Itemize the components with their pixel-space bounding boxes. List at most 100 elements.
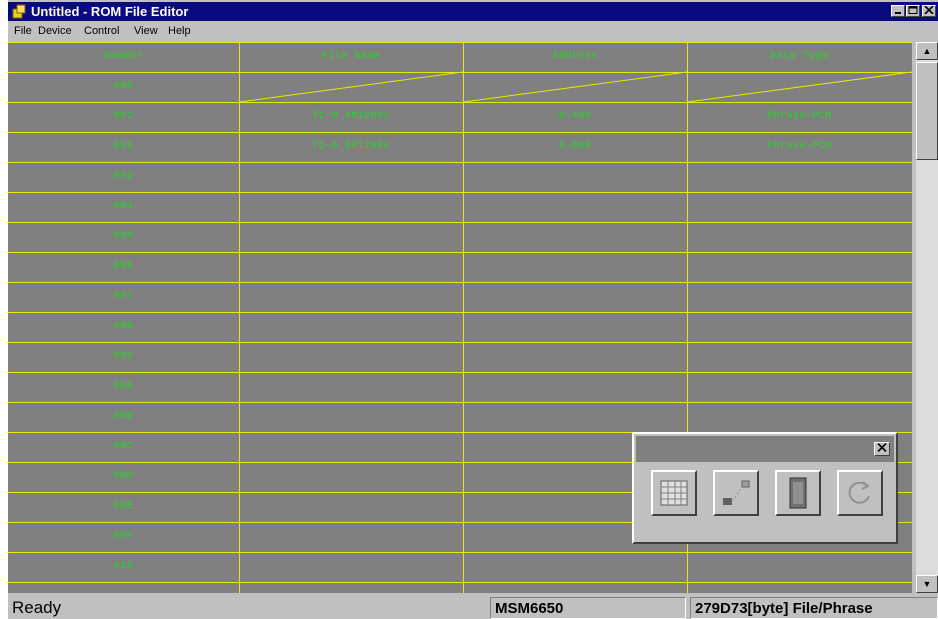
close-icon — [877, 442, 887, 453]
grid-row-line — [8, 582, 912, 583]
cell-data-type[interactable] — [687, 163, 912, 190]
cell-data-type[interactable] — [687, 403, 912, 430]
device-button[interactable] — [775, 470, 821, 516]
cell-file-name[interactable] — [239, 283, 463, 310]
cell-file-name[interactable] — [239, 193, 463, 220]
cell-data-type[interactable] — [687, 373, 912, 400]
cell-address[interactable] — [463, 373, 687, 400]
cell-data-type[interactable]: Phrase-PCM — [687, 133, 912, 160]
menu-help[interactable]: Help — [168, 22, 191, 40]
cell-file-name[interactable] — [239, 553, 463, 580]
close-button[interactable] — [922, 5, 936, 17]
menu-control[interactable]: Control — [84, 22, 119, 40]
cell-file-name[interactable] — [239, 523, 463, 550]
cell-address[interactable] — [463, 283, 687, 310]
cell-number[interactable]: 003 — [8, 163, 239, 190]
table-row[interactable]: 002 T1-0_501200c 0-800 Phrase-PCM — [8, 133, 912, 162]
refresh-button[interactable] — [837, 470, 883, 516]
cell-number[interactable]: 009 — [8, 343, 239, 370]
status-mode: File/Phrase — [792, 600, 873, 617]
maximize-icon — [908, 6, 918, 14]
cell-data-type[interactable] — [687, 223, 912, 250]
empty-cell-marker — [238, 71, 464, 102]
cell-number[interactable]: 004 — [8, 193, 239, 220]
empty-cell-marker — [686, 71, 912, 102]
window-title: Untitled - ROM File Editor — [31, 4, 189, 19]
cell-data-type[interactable] — [687, 313, 912, 340]
cell-file-name[interactable] — [239, 493, 463, 520]
table-row[interactable]: 004 — [8, 193, 912, 222]
status-size: 279D73[byte] — [695, 600, 789, 617]
cell-file-name[interactable] — [239, 403, 463, 430]
cell-file-name[interactable] — [239, 433, 463, 460]
cell-address[interactable]: 0-800 — [463, 133, 687, 160]
status-size-mode: 279D73[byte] File/Phrase — [690, 597, 938, 619]
cell-number[interactable]: 006 — [8, 253, 239, 280]
cell-data-type[interactable] — [687, 283, 912, 310]
cell-number[interactable]: 002 — [8, 133, 239, 160]
cell-file-name[interactable] — [239, 313, 463, 340]
cell-file-name[interactable] — [239, 253, 463, 280]
scroll-down-button[interactable]: ▼ — [916, 575, 938, 593]
phrase-button[interactable] — [713, 470, 759, 516]
table-row[interactable]: 00B — [8, 403, 912, 432]
cell-address[interactable] — [463, 163, 687, 190]
cell-number[interactable]: 001 — [8, 103, 239, 130]
cell-number[interactable]: 00A — [8, 373, 239, 400]
maximize-button[interactable] — [906, 5, 920, 17]
cell-number[interactable]: 00B — [8, 403, 239, 430]
cell-address[interactable] — [463, 343, 687, 370]
table-row[interactable]: 005 — [8, 223, 912, 252]
cell-file-name[interactable] — [239, 373, 463, 400]
table-row[interactable]: 010 — [8, 553, 912, 582]
cell-address[interactable] — [463, 253, 687, 280]
table-row[interactable]: 007 — [8, 283, 912, 312]
table-row[interactable]: 001 T1-0_461200c 0-400 Phrase-PCM — [8, 103, 912, 132]
cell-number[interactable]: 00F — [8, 523, 239, 550]
cell-address[interactable] — [463, 193, 687, 220]
cell-number[interactable]: 00E — [8, 493, 239, 520]
cell-number[interactable]: 010 — [8, 553, 239, 580]
table-row[interactable]: 003 — [8, 163, 912, 192]
cell-file-name[interactable] — [239, 343, 463, 370]
vertical-scrollbar[interactable]: ▲ ▼ — [916, 42, 938, 593]
cell-address[interactable] — [463, 223, 687, 250]
cell-number[interactable]: 00C — [8, 433, 239, 460]
table-row[interactable]: 008 — [8, 313, 912, 342]
tool-palette[interactable] — [632, 432, 898, 544]
cell-file-name[interactable] — [239, 223, 463, 250]
table-row[interactable]: 006 — [8, 253, 912, 282]
cell-data-type[interactable] — [687, 343, 912, 370]
cell-address[interactable] — [463, 403, 687, 430]
cell-file-name[interactable] — [239, 163, 463, 190]
palette-title-bar[interactable] — [636, 436, 894, 462]
scroll-up-button[interactable]: ▲ — [916, 42, 938, 60]
cell-data-type[interactable] — [687, 553, 912, 580]
cell-file-name[interactable] — [239, 463, 463, 490]
title-bar[interactable]: Untitled - ROM File Editor — [8, 2, 938, 21]
cell-address[interactable] — [463, 553, 687, 580]
menu-device[interactable]: Device — [38, 22, 72, 40]
minimize-button[interactable] — [891, 5, 905, 17]
cell-address[interactable]: 0-400 — [463, 103, 687, 130]
cell-file-name[interactable]: T1-0_501200c — [239, 133, 463, 160]
empty-cell-marker — [462, 71, 688, 102]
cell-data-type[interactable]: Phrase-PCM — [687, 103, 912, 130]
cell-number[interactable]: 005 — [8, 223, 239, 250]
cell-address[interactable] — [463, 313, 687, 340]
palette-close-button[interactable] — [874, 442, 890, 456]
cell-number[interactable]: 008 — [8, 313, 239, 340]
cell-data-type[interactable] — [687, 253, 912, 280]
table-icon — [660, 480, 688, 506]
cell-number[interactable]: 00D — [8, 463, 239, 490]
cell-data-type[interactable] — [687, 193, 912, 220]
scroll-thumb[interactable] — [916, 62, 938, 160]
menu-file[interactable]: File — [14, 22, 32, 40]
menu-view[interactable]: View — [134, 22, 158, 40]
table-view-button[interactable] — [651, 470, 697, 516]
cell-file-name[interactable]: T1-0_461200c — [239, 103, 463, 130]
close-icon — [924, 5, 934, 15]
table-row[interactable]: 00A — [8, 373, 912, 402]
table-row[interactable]: 009 — [8, 343, 912, 372]
cell-number[interactable]: 007 — [8, 283, 239, 310]
